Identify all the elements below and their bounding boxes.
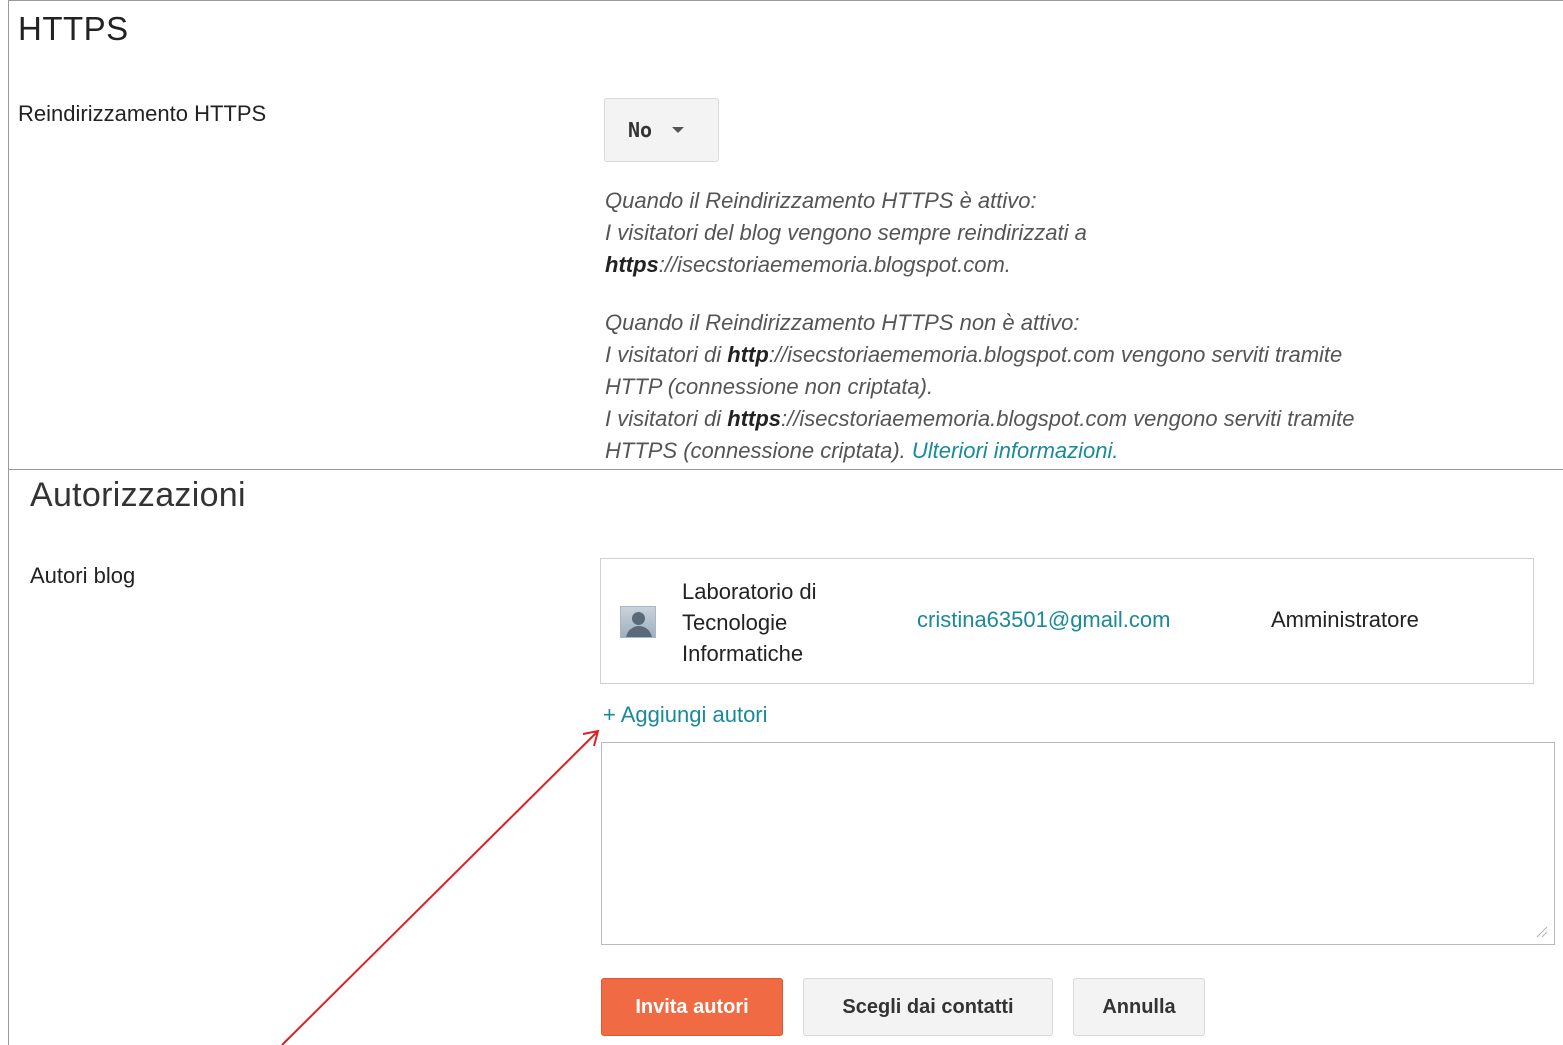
- author-role: Amministratore: [1271, 607, 1419, 632]
- author-row: Laboratorio di Tecnologie Informatiche c…: [600, 558, 1534, 684]
- https-on-help: Quando il Reindirizzamento HTTPS è attiv…: [605, 185, 1087, 281]
- https-redirect-value: No: [628, 118, 653, 142]
- help-off-line4-url: ://isecstoriaememoria.blogspot.com vengo…: [781, 406, 1355, 431]
- https-section-title: HTTPS: [18, 10, 129, 47]
- resize-grip-icon[interactable]: [1531, 921, 1549, 939]
- help-on-line2: I visitatori del blog vengono sempre rei…: [605, 220, 1087, 245]
- permissions-section-title: Autorizzazioni: [30, 476, 246, 514]
- cancel-button[interactable]: Annulla: [1073, 978, 1205, 1036]
- avatar-body: [626, 626, 652, 637]
- chevron-down-icon: [672, 127, 685, 133]
- help-off-http-scheme: http: [727, 342, 769, 367]
- section-divider: [8, 469, 1563, 470]
- help-off-line3: HTTP (connessione non criptata).: [605, 374, 934, 399]
- invite-authors-button[interactable]: Invita autori: [601, 978, 783, 1036]
- help-off-line2-url: ://isecstoriaememoria.blogspot.com vengo…: [768, 342, 1343, 367]
- add-authors-link[interactable]: + Aggiungi autori: [603, 702, 768, 728]
- frame-top-border: [8, 0, 1563, 1]
- avatar: [620, 606, 656, 638]
- blog-authors-label: Autori blog: [30, 563, 136, 588]
- invite-authors-input[interactable]: [601, 742, 1555, 945]
- https-redirect-label: Reindirizzamento HTTPS: [18, 101, 267, 126]
- https-redirect-dropdown[interactable]: No: [604, 98, 719, 162]
- https-off-help: Quando il Reindirizzamento HTTPS non è a…: [605, 307, 1355, 467]
- author-name: Laboratorio di Tecnologie Informatiche: [682, 579, 817, 666]
- choose-contacts-button[interactable]: Scegli dai contatti: [803, 978, 1053, 1036]
- annotation-arrow-shaft: [281, 731, 598, 1045]
- help-off-line4: I visitatori di https://isecstoriaememor…: [605, 403, 1355, 435]
- help-off-line4-prefix: I visitatori di: [605, 406, 728, 431]
- help-off-line2-prefix: I visitatori di: [605, 342, 728, 367]
- author-email[interactable]: cristina63501@gmail.com: [917, 607, 1170, 633]
- help-off-line2: I visitatori di http://isecstoriaememori…: [605, 339, 1355, 371]
- more-info-link[interactable]: Ulteriori informazioni.: [912, 438, 1119, 463]
- help-off-line1: Quando il Reindirizzamento HTTPS non è a…: [605, 310, 1080, 335]
- frame-left-border: [8, 0, 9, 1045]
- help-off-https-scheme: https: [727, 406, 782, 431]
- help-off-line5-text: HTTPS (connessione criptata).: [605, 438, 912, 463]
- annotation-arrow-head: [582, 729, 600, 747]
- help-off-line5: HTTPS (connessione criptata). Ulteriori …: [605, 435, 1355, 467]
- help-on-line1: Quando il Reindirizzamento HTTPS è attiv…: [605, 188, 1037, 213]
- help-on-url: ://isecstoriaememoria.blogspot.com.: [658, 252, 1011, 277]
- help-on-scheme: https: [605, 252, 659, 277]
- help-on-line3: https://isecstoriaememoria.blogspot.com.: [605, 249, 1087, 281]
- avatar-head: [632, 612, 645, 625]
